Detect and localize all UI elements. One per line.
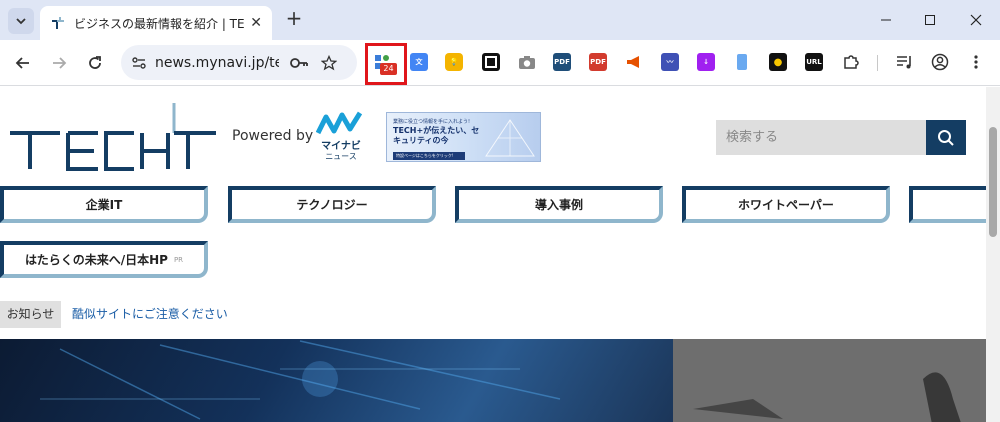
media-control-icon[interactable] — [896, 53, 914, 71]
site-search-button[interactable] — [926, 120, 966, 155]
forward-button[interactable] — [48, 52, 70, 74]
minimize-icon — [881, 19, 891, 21]
qr-icon — [485, 56, 497, 68]
coin-icon: ● — [773, 56, 783, 68]
camera-extension-icon[interactable] — [518, 53, 536, 71]
mynavi-logo-icon — [315, 111, 363, 135]
translate-extension-icon[interactable]: 文 — [410, 53, 428, 71]
password-key-icon[interactable] — [289, 55, 309, 71]
powered-by-text: Powered by — [232, 128, 314, 144]
arrow-right-icon — [53, 57, 67, 69]
more-vertical-icon — [974, 55, 978, 69]
pdf-extension-icon-1[interactable]: PDF — [553, 53, 571, 71]
toolbar-divider — [877, 55, 878, 71]
reload-button[interactable] — [84, 52, 106, 74]
nav-tab-whitepaper[interactable]: ホワイトペーパー — [682, 186, 890, 223]
browser-menu-icon[interactable] — [967, 53, 985, 71]
minimize-button[interactable] — [876, 10, 896, 30]
scrollbar-thumb[interactable] — [989, 127, 997, 237]
chevron-down-icon — [16, 18, 26, 25]
arrow-left-icon — [15, 57, 29, 69]
phone-extension-icon[interactable] — [733, 53, 751, 71]
lightbulb-extension-icon[interactable]: 💡 — [445, 53, 463, 71]
search-icon — [938, 129, 954, 146]
web-page: Powered by マイナビ ニュース 業務に役立つ情報を手に入れよう! TE… — [0, 87, 986, 422]
tech-plus-favicon — [52, 17, 64, 29]
close-icon — [970, 14, 982, 26]
hero-circuit-graphic — [40, 340, 561, 420]
nav-tab-enterprise-it[interactable]: 企業IT — [0, 186, 208, 223]
camera-icon — [519, 56, 535, 69]
banner-headline: TECH+が伝えたい、セキュリティの今 — [393, 126, 480, 145]
new-tab-button[interactable]: + — [283, 8, 305, 30]
notice-link[interactable]: 酷似サイトにご注意ください — [72, 301, 228, 328]
security-ad-banner[interactable]: 業務に役立つ情報を手に入れよう! TECH+が伝えたい、セキュリティの今 特設ペ… — [386, 112, 541, 162]
hero-image-side[interactable] — [673, 339, 986, 422]
tab-title: ビジネスの最新情報を紹介 | TECH+ — [74, 16, 245, 31]
page-scrollbar[interactable] — [986, 87, 1000, 422]
bookmark-star-icon[interactable] — [321, 54, 337, 71]
reload-icon — [89, 56, 101, 69]
banner-cta[interactable]: 特設ページはこちらをクリック! — [393, 152, 465, 160]
maximize-button[interactable] — [920, 10, 940, 30]
waveform-extension-icon[interactable]: 〰 — [661, 53, 679, 71]
site-search-input[interactable]: 検索する — [716, 120, 926, 155]
maximize-icon — [925, 15, 935, 25]
profile-avatar-icon[interactable] — [931, 53, 949, 71]
playlist-icon — [897, 56, 911, 69]
nav-tab-technology[interactable]: テクノロジー — [228, 186, 436, 223]
nav-tab-case-studies[interactable]: 導入事例 — [455, 186, 663, 223]
url-extension-icon[interactable]: URL — [805, 53, 823, 71]
site-settings-icon[interactable] — [131, 55, 147, 71]
download-extension-icon[interactable]: ↓ — [697, 53, 715, 71]
mynavi-news-logo[interactable]: マイナビ ニュース — [315, 111, 366, 163]
account-icon — [931, 53, 949, 71]
mynavi-logo-subtext: ニュース — [325, 152, 357, 161]
mynavi-logo-text: マイナビ — [321, 141, 361, 152]
megaphone-extension-icon[interactable] — [625, 53, 643, 71]
megaphone-icon — [627, 56, 639, 68]
nav-tab-hp-pr[interactable]: はたらくの未来へ/日本HP PR — [0, 241, 208, 278]
banner-subtitle: 業務に役立つ情報を手に入れよう! — [393, 119, 471, 125]
title-bar: ビジネスの最新情報を紹介 | TECH+ ✕ + — [0, 0, 1000, 40]
notice-label: お知らせ — [0, 301, 61, 328]
browser-tab[interactable]: ビジネスの最新情報を紹介 | TECH+ ✕ — [40, 6, 272, 40]
banner-graphic — [485, 119, 535, 157]
coin-extension-icon[interactable]: ● — [769, 53, 787, 71]
extension-badge: 24 — [380, 63, 397, 75]
nav-tab-hp-label: はたらくの未来へ/日本HP — [24, 253, 168, 267]
nav-tab-more[interactable] — [909, 186, 986, 223]
tab-search-button[interactable] — [8, 8, 34, 34]
pdf-extension-icon-2[interactable]: PDF — [589, 53, 607, 71]
qr-extension-icon[interactable] — [482, 53, 500, 71]
pr-label: PR — [173, 255, 184, 264]
close-window-button[interactable] — [966, 10, 986, 30]
phone-icon — [737, 54, 747, 70]
hero-side-graphic — [673, 339, 986, 422]
tab-close-icon[interactable]: ✕ — [250, 15, 262, 31]
address-bar[interactable]: news.mynavi.jp/te... — [121, 45, 357, 80]
tech-plus-logo[interactable] — [8, 103, 218, 171]
back-button[interactable] — [12, 52, 34, 74]
url-text[interactable]: news.mynavi.jp/te... — [155, 55, 279, 71]
hero-image-main[interactable] — [0, 339, 673, 422]
extensions-puzzle-icon[interactable] — [842, 53, 860, 71]
puzzle-icon — [844, 55, 859, 69]
